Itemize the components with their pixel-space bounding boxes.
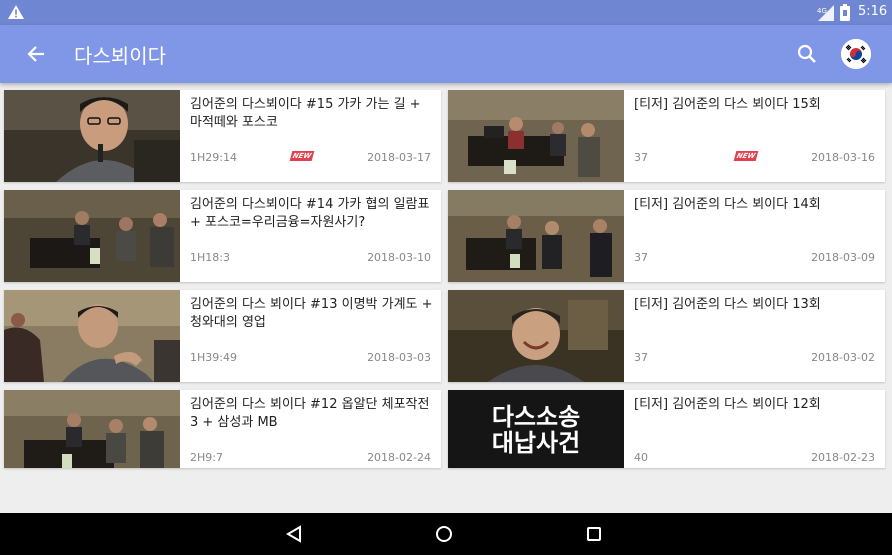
search-icon[interactable] xyxy=(796,43,818,65)
clock: 5:16 xyxy=(858,4,888,19)
video-card[interactable]: 김어준의 다스 뵈이다 #12 옵알단 체포작전 3 + 삼성과 MB 2H9:… xyxy=(4,390,441,468)
video-card[interactable]: [티저] 김어준의 다스 뵈이다 14회 37 2018-03-09 xyxy=(448,190,885,282)
video-thumbnail: 다스소송 대납사건 xyxy=(448,390,624,468)
nav-home-icon[interactable] xyxy=(434,524,454,544)
battery-icon xyxy=(840,4,850,21)
app-toolbar: 다스뵈이다 xyxy=(0,25,892,83)
video-title: [티저] 김어준의 다스 뵈이다 15회 xyxy=(634,97,821,112)
view-count: 37 xyxy=(634,251,648,264)
svg-text:4G: 4G xyxy=(817,7,827,15)
video-date: 2018-03-16 xyxy=(811,151,875,164)
korea-flag-icon[interactable] xyxy=(841,39,871,69)
video-card[interactable]: [티저] 김어준의 다스 뵈이다 13회 37 2018-03-02 xyxy=(448,290,885,382)
video-card[interactable]: 김어준의 다스뵈이다 #14 가카 협의 일람표 + 포스코=우리금융=자원사기… xyxy=(4,190,441,282)
video-title: 김어준의 다스뵈이다 #14 가카 협의 일람표 + 포스코=우리금융=자원사기… xyxy=(190,197,430,230)
video-date: 2018-03-10 xyxy=(367,251,431,264)
thumbnail-caption-line: 대납사건 xyxy=(491,429,581,457)
thumbnail-caption-line: 다스소송 xyxy=(491,403,581,431)
video-thumbnail xyxy=(4,190,180,282)
video-date: 2018-02-24 xyxy=(367,451,431,464)
nav-back-icon[interactable] xyxy=(284,524,304,544)
status-bar: 4G 5:16 xyxy=(0,0,892,25)
video-date: 2018-03-09 xyxy=(811,251,875,264)
warning-icon xyxy=(8,5,24,19)
video-card[interactable]: 다스소송 대납사건 [티저] 김어준의 다스 뵈이다 12회 40 2018-0… xyxy=(448,390,885,468)
video-duration: 1H18:3 xyxy=(190,251,230,264)
video-card[interactable]: [티저] 김어준의 다스 뵈이다 15회 37 NEW 2018-03-16 xyxy=(448,90,885,182)
view-count: 37 xyxy=(634,151,648,164)
video-title: [티저] 김어준의 다스 뵈이다 14회 xyxy=(634,197,821,212)
video-thumbnail xyxy=(448,190,624,282)
new-badge: NEW xyxy=(289,151,315,161)
video-date: 2018-02-23 xyxy=(811,451,875,464)
video-title: [티저] 김어준의 다스 뵈이다 12회 xyxy=(634,397,821,412)
video-date: 2018-03-02 xyxy=(811,351,875,364)
video-title: 김어준의 다스뵈이다 #15 가카 가는 길 + 마적떼와 포스코 xyxy=(190,97,421,130)
video-date: 2018-03-17 xyxy=(367,151,431,164)
view-count: 37 xyxy=(634,351,648,364)
video-thumbnail xyxy=(4,390,180,468)
video-card[interactable]: 김어준의 다스뵈이다 #15 가카 가는 길 + 마적떼와 포스코 1H29:1… xyxy=(4,90,441,182)
video-thumbnail xyxy=(448,290,624,382)
system-nav-bar xyxy=(0,513,892,555)
video-thumbnail xyxy=(4,290,180,382)
new-badge: NEW xyxy=(733,151,759,161)
signal-icon: 4G xyxy=(817,5,834,21)
video-title: [티저] 김어준의 다스 뵈이다 13회 xyxy=(634,297,821,312)
video-card[interactable]: 김어준의 다스 뵈이다 #13 이명박 가계도 + 청와대의 영업 1H39:4… xyxy=(4,290,441,382)
nav-recents-icon[interactable] xyxy=(584,524,604,544)
video-date: 2018-03-03 xyxy=(367,351,431,364)
video-title: 김어준의 다스 뵈이다 #12 옵알단 체포작전 3 + 삼성과 MB xyxy=(190,397,430,430)
video-duration: 2H9:7 xyxy=(190,451,223,464)
video-list: 김어준의 다스뵈이다 #15 가카 가는 길 + 마적떼와 포스코 1H29:1… xyxy=(4,90,888,468)
video-thumbnail xyxy=(4,90,180,182)
back-arrow-icon[interactable] xyxy=(26,44,46,64)
page-title: 다스뵈이다 xyxy=(74,44,166,68)
video-duration: 1H39:49 xyxy=(190,351,237,364)
video-title: 김어준의 다스 뵈이다 #13 이명박 가계도 + 청와대의 영업 xyxy=(190,297,433,330)
video-thumbnail xyxy=(448,90,624,182)
video-duration: 1H29:14 xyxy=(190,151,237,164)
view-count: 40 xyxy=(634,451,648,464)
